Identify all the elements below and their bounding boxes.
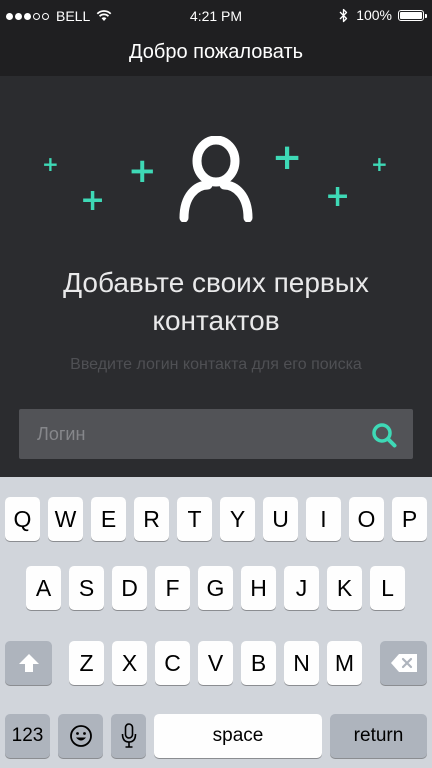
key-m[interactable]: M [327,641,362,685]
dictation-key[interactable] [111,714,146,758]
battery-fill [400,11,422,19]
key-d[interactable]: D [112,566,147,610]
login-search-input[interactable] [19,409,359,459]
key-l[interactable]: L [370,566,405,610]
battery-percentage: 100% [356,7,392,23]
plus-icon: + [371,152,388,176]
key-r[interactable]: R [134,497,169,541]
key-u[interactable]: U [263,497,298,541]
bluetooth-icon [339,8,348,22]
empty-state-heading: Добавьте своих первых контактов [0,264,432,340]
key-n[interactable]: N [284,641,319,685]
shift-key[interactable] [5,641,52,685]
delete-key[interactable] [380,641,427,685]
navigation-bar: Добро пожаловать [0,32,432,76]
search-icon[interactable] [371,422,397,448]
key-x[interactable]: X [112,641,147,685]
key-f[interactable]: F [155,566,190,610]
plus-icon: + [80,183,106,218]
plus-icon: + [272,137,303,178]
main-content: + + + + + + Добавьте своих первых контак… [0,76,432,477]
status-right: 100% [339,7,427,23]
emoji-icon [69,725,92,747]
keyboard: Q W E R T Y U I O P A S D F G H J K L Z … [0,477,432,768]
battery-icon [398,9,427,21]
key-p[interactable]: P [392,497,427,541]
key-g[interactable]: G [198,566,233,610]
key-h[interactable]: H [241,566,276,610]
search-bar [19,409,413,459]
key-o[interactable]: O [349,497,384,541]
key-s[interactable]: S [69,566,104,610]
microphone-icon [121,723,136,748]
key-v[interactable]: V [198,641,233,685]
return-key[interactable]: return [330,714,427,758]
key-t[interactable]: T [177,497,212,541]
delete-icon [390,654,417,672]
page-title: Добро пожаловать [128,41,304,63]
key-z[interactable]: Z [69,641,104,685]
key-j[interactable]: J [284,566,319,610]
key-k[interactable]: K [327,566,362,610]
shift-icon [18,654,39,672]
key-c[interactable]: C [155,641,190,685]
key-b[interactable]: B [241,641,276,685]
key-y[interactable]: Y [220,497,255,541]
status-bar: BELL 4:21 PM 100% [0,0,432,32]
key-q[interactable]: Q [5,497,40,541]
plus-icon: + [42,152,59,176]
user-icon [179,136,253,222]
empty-state-hint: Введите логин контакта для его поиска [70,356,362,373]
heading-line: Добавьте своих первых [63,267,369,298]
plus-icon: + [325,179,351,214]
key-a[interactable]: A [26,566,61,610]
space-key[interactable]: space [154,714,322,758]
key-e[interactable]: E [91,497,126,541]
numbers-key[interactable]: 123 [5,714,50,758]
emoji-key[interactable] [58,714,103,758]
key-i[interactable]: I [306,497,341,541]
heading-line: контактов [152,305,280,336]
key-w[interactable]: W [48,497,83,541]
plus-icon: + [128,151,157,191]
app-screen: BELL 4:21 PM 100% Добро пожаловать + + +… [0,0,432,768]
